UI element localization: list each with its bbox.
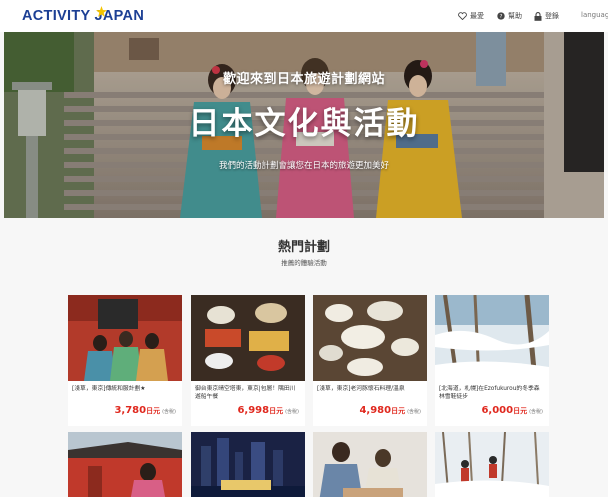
logo-star-icon (96, 6, 107, 17)
plan-card-temple[interactable] (68, 432, 182, 497)
plan-thumbnail (191, 295, 305, 381)
price-tax-note: (含稅) (162, 409, 176, 415)
plan-thumbnail (435, 295, 549, 381)
price-amount: 6,000 (481, 405, 514, 416)
section-subtitle: 推薦的體驗活動 (281, 259, 327, 267)
nav-favorites-label: 最愛 (470, 12, 484, 20)
plan-thumbnail (313, 432, 427, 497)
nav-login[interactable]: 登錄 (534, 11, 559, 21)
price-tax-note: (含稅) (529, 409, 543, 415)
plan-title: 御台東京晴空塔東，東京|包層！隅田川遊船午餐 (195, 386, 296, 400)
plan-card-cruise-lunch[interactable]: 御台東京晴空塔東，東京|包層！隅田川遊船午餐 6,998日元 (含稅) (191, 295, 305, 426)
language-selector[interactable]: language (581, 11, 608, 19)
price-unit: 日元 (391, 407, 406, 415)
top-header: ACTIVITY JAPAN 最愛 ? 幫助 登錄 language (0, 0, 608, 32)
plan-thumbnail (68, 295, 182, 381)
plan-card-kimono[interactable]: [淺草，東京]傳統和服計劃★ 3,780日元 (含稅) (68, 295, 182, 426)
plan-thumbnail (435, 432, 549, 497)
hero-banner: 歡迎來到日本旅遊計劃網站 日本文化與活動 我們的活動計劃會讓您在日本的旅遊更加美… (4, 32, 604, 218)
plan-card-kaiseki[interactable]: [淺草，東京]老河豚懷石料理/溫泉 4,980日元 (含稅) (313, 295, 427, 426)
plan-price: 3,780日元 (含稅) (114, 405, 176, 416)
hero-welcome-text: 歡迎來到日本旅遊計劃網站 (222, 72, 385, 87)
price-amount: 6,998 (237, 405, 270, 416)
price-tax-note: (含稅) (285, 409, 299, 415)
nav-help[interactable]: ? 幫助 (497, 11, 522, 21)
plan-card-snow-walk[interactable] (435, 432, 549, 497)
heart-icon (458, 12, 467, 20)
price-tax-note: (含稅) (407, 409, 421, 415)
plan-card-snowshoe[interactable]: [北海道，札幌]在Ezofukurou的冬季森林雪鞋徒步 6,000日元 (含稅) (435, 295, 549, 426)
price-amount: 3,780 (114, 405, 147, 416)
help-circle-icon: ? (497, 12, 505, 20)
nav-login-label: 登錄 (545, 12, 559, 20)
hero-subtitle: 我們的活動計劃會讓您在日本的旅遊更加美好 (218, 161, 389, 171)
nav-favorites[interactable]: 最愛 (458, 11, 484, 21)
nav-help-label: 幫助 (508, 12, 522, 20)
price-amount: 4,980 (359, 405, 392, 416)
plan-price: 6,000日元 (含稅) (481, 405, 543, 416)
plan-price: 6,998日元 (含稅) (237, 405, 299, 416)
hero-title: 日本文化與活動 (188, 106, 420, 142)
plan-card-night-view[interactable] (191, 432, 305, 497)
language-label: language (581, 11, 608, 19)
plan-thumbnail (191, 432, 305, 497)
logo[interactable]: ACTIVITY JAPAN (22, 8, 144, 24)
lock-icon (534, 11, 542, 21)
price-unit: 日元 (513, 407, 528, 415)
plan-title: [北海道，札幌]在Ezofukurou的冬季森林雪鞋徒步 (439, 386, 540, 400)
section-title: 熱門計劃 (277, 240, 330, 255)
plan-price: 4,980日元 (含稅) (359, 405, 421, 416)
plan-card-cooking[interactable] (313, 432, 427, 497)
price-unit: 日元 (269, 407, 284, 415)
svg-text:?: ? (500, 14, 503, 20)
plan-thumbnail (68, 432, 182, 497)
price-unit: 日元 (146, 407, 161, 415)
plan-thumbnail (313, 295, 427, 381)
plan-title: [淺草，東京]傳統和服計劃★ (72, 386, 146, 392)
plan-title: [淺草，東京]老河豚懷石料理/溫泉 (317, 386, 405, 392)
